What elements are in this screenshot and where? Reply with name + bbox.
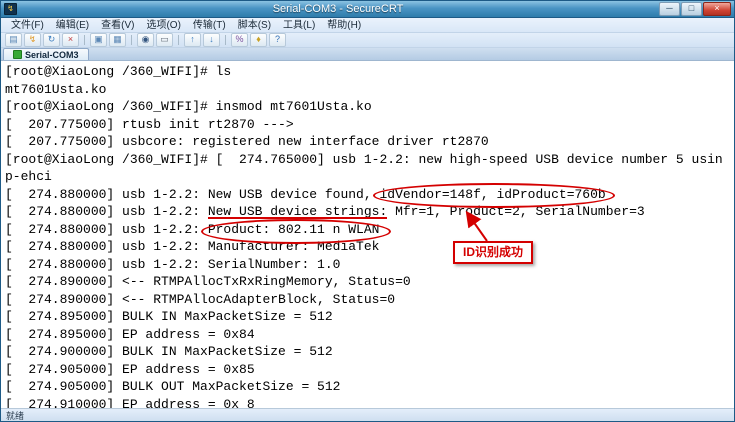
menu-item-1[interactable]: 编辑(E) [50,19,95,32]
help-icon[interactable]: ? [269,33,286,47]
terminal-line: [root@XiaoLong /360_WIFI]# insmod mt7601… [5,99,372,114]
find-icon[interactable]: ◉ [137,33,154,47]
menu-item-0[interactable]: 文件(F) [5,19,50,32]
menu-item-4[interactable]: 传输(T) [187,19,232,32]
quick-connect-icon[interactable]: ↯ [24,33,41,47]
maximize-button[interactable]: □ [681,2,702,16]
upload-icon[interactable]: ↑ [184,33,201,47]
terminal-line: [root@XiaoLong /360_WIFI]# ls [5,64,232,79]
terminal-line: [ 274.890000] <-- RTMPAllocTxRxRingMemor… [5,274,411,289]
disconnect-icon[interactable]: × [62,33,79,47]
terminal-line: [ 274.880000] usb 1-2.2: New USB device … [5,186,606,202]
annotation-callout: ID识别成功 [453,241,534,264]
paste-icon[interactable]: ▦ [109,33,126,47]
terminal-line: [ 274.910000] EP address = 0x 8 [5,396,255,409]
menu-item-7[interactable]: 帮助(H) [321,19,367,32]
toolbar-separator [84,35,85,45]
terminal-screen[interactable]: [root@XiaoLong /360_WIFI]# ls mt7601Usta.… [1,61,734,408]
tab-bar: Serial-COM3 [1,48,734,61]
minimize-button[interactable]: ─ [659,2,680,16]
session-manager-icon[interactable]: ▤ [5,33,22,47]
session-connected-icon [13,50,22,59]
menu-bar: 文件(F) 编辑(E) 查看(V) 选项(O) 传输(T) 脚本(S) 工具(L) 帮助(H) [1,18,734,33]
menu-item-3[interactable]: 选项(O) [140,19,186,32]
terminal-line: [ 274.890000] <-- RTMPAllocAdapterBlock,… [5,291,396,307]
terminal-line: [ 274.880000] usb 1-2.2: Product: 802.11… [5,221,380,237]
terminal-line: [ 274.905000] EP address = 0x85 [5,361,255,377]
title-bar: Serial-COM3 - SecureCRT ─ □ × [1,1,734,18]
terminal-line: [ 274.895000] BULK IN MaxPacketSize = 51… [5,309,333,324]
status-text: 就绪 [6,410,25,421]
terminal-line: [ 274.905000] BULK OUT MaxPacketSize = 5… [5,379,341,394]
status-bar: 就绪 [1,408,734,421]
securecrt-window: Serial-COM3 - SecureCRT ─ □ × 文件(F)编辑(E)… [0,0,735,422]
toolbar-separator [225,35,226,45]
toolbar: ▤ ↯ ↻ × ▣ ▦ ◉ ▭ ↑ ↓% ♦? [1,33,734,48]
window-controls: ─ □ × [659,2,731,16]
terminal-line: [root@XiaoLong /360_WIFI]# [ 274.765000]… [5,151,723,167]
menu-item-6[interactable]: 工具(L) [277,19,321,32]
tab-serial-com3[interactable]: Serial-COM3 [3,48,89,60]
toolbar-separator [178,35,179,45]
menu-item-5[interactable]: 脚本(S) [232,19,277,32]
tab-label: Serial-COM3 [25,49,79,60]
close-button[interactable]: × [703,2,731,16]
download-icon[interactable]: ↓ [203,33,220,47]
percent-icon[interactable]: % [231,33,248,47]
toolbar-separator [131,35,132,45]
copy-icon[interactable]: ▣ [90,33,107,47]
terminal-line: [ 274.895000] EP address = 0x84 [5,326,255,342]
terminal-output: [root@XiaoLong /360_WIFI]# ls mt7601Usta.… [1,61,734,408]
terminal-line: [ 207.775000] usbcore: registered new in… [5,134,489,149]
terminal-line: [ 207.775000] rtusb init rt2870 ---> [5,116,294,132]
menu-item-2[interactable]: 查看(V) [95,19,140,32]
terminal-line: [ 274.880000] usb 1-2.2: New USB device … [5,204,645,219]
window-title: Serial-COM3 - SecureCRT [272,2,404,15]
terminal-line: [ 274.880000] usb 1-2.2: Manufacturer: M… [5,239,380,254]
reconnect-icon[interactable]: ↻ [43,33,60,47]
terminal-line: mt7601Usta.ko [5,81,107,97]
key-icon[interactable]: ♦ [250,33,267,47]
print-icon[interactable]: ▭ [156,33,173,47]
terminal-line: [ 274.900000] BULK IN MaxPacketSize = 51… [5,344,333,359]
terminal-line: [ 274.880000] usb 1-2.2: SerialNumber: 1… [5,256,341,272]
app-icon [4,3,17,15]
terminal-line: p-ehci [5,169,52,184]
